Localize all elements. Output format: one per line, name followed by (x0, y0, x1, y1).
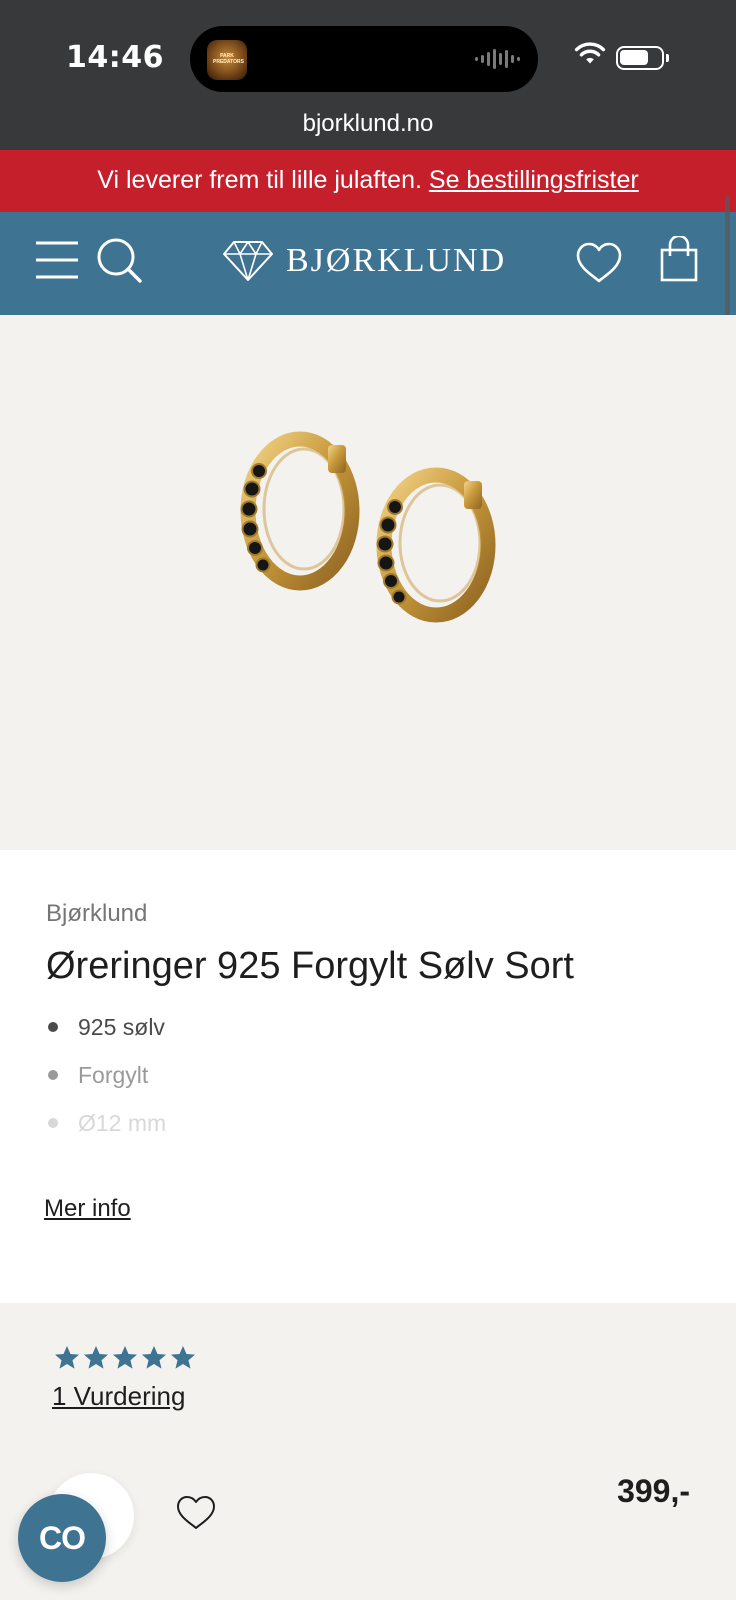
logo-text: BJØRKLUND (286, 242, 507, 279)
product-info: Bjørklund Øreringer 925 Forgylt Sølv Sor… (0, 850, 736, 1303)
diamond-logo-icon (223, 241, 273, 281)
brand-logo[interactable]: BJØRKLUND (222, 240, 506, 282)
promo-banner: Vi leverer frem til lille julaften. Se b… (0, 150, 736, 212)
product-price: 399,- (617, 1473, 690, 1509)
star-icon (171, 1346, 195, 1369)
rating-stars[interactable] (54, 1345, 196, 1370)
delivery-deadlines-link[interactable]: Se bestillingsfrister (429, 166, 639, 194)
product-gallery[interactable] (0, 315, 736, 850)
star-icon (55, 1346, 79, 1369)
product-image[interactable] (232, 375, 512, 635)
battery-icon (616, 46, 669, 70)
audio-waveform-icon (475, 48, 520, 70)
site-header: BJØRKLUND (0, 212, 736, 315)
reviews-link[interactable]: 1 Vurdering (52, 1381, 185, 1412)
star-icon (84, 1346, 108, 1369)
menu-icon[interactable] (35, 240, 79, 280)
product-brand[interactable]: Bjørklund (46, 900, 147, 928)
wifi-icon (574, 42, 606, 64)
wishlist-heart-icon[interactable] (176, 1495, 216, 1531)
shopping-bag-icon[interactable] (660, 236, 698, 282)
product-title: Øreringer 925 Forgylt Sølv Sort (46, 945, 574, 987)
chat-widget-button[interactable]: CO (18, 1494, 106, 1582)
dynamic-island[interactable]: PARK PREDATORS (190, 26, 538, 92)
purchase-panel: 1 Vurdering 399,- CO (0, 1303, 736, 1600)
status-time: 14:46 (66, 40, 164, 75)
promo-text: Vi leverer frem til lille julaften. (97, 166, 422, 194)
feature-item: Ø12 mm (46, 1108, 166, 1156)
feature-list: 925 sølv Forgylt Ø12 mm (46, 1012, 166, 1156)
more-info-link[interactable]: Mer info (44, 1195, 131, 1223)
feature-item: Forgylt (46, 1060, 166, 1108)
heart-icon[interactable] (576, 242, 622, 284)
feature-item: 925 sølv (46, 1012, 166, 1060)
status-bar: 14:46 PARK PREDATORS bjorklund.no (0, 0, 736, 150)
live-activity-app-icon[interactable]: PARK PREDATORS (207, 40, 247, 80)
star-icon (142, 1346, 166, 1369)
search-icon[interactable] (96, 237, 142, 283)
star-icon (113, 1346, 137, 1369)
live-activity-app-label: PARK PREDATORS (213, 53, 244, 65)
address-bar-url[interactable]: bjorklund.no (0, 110, 736, 138)
